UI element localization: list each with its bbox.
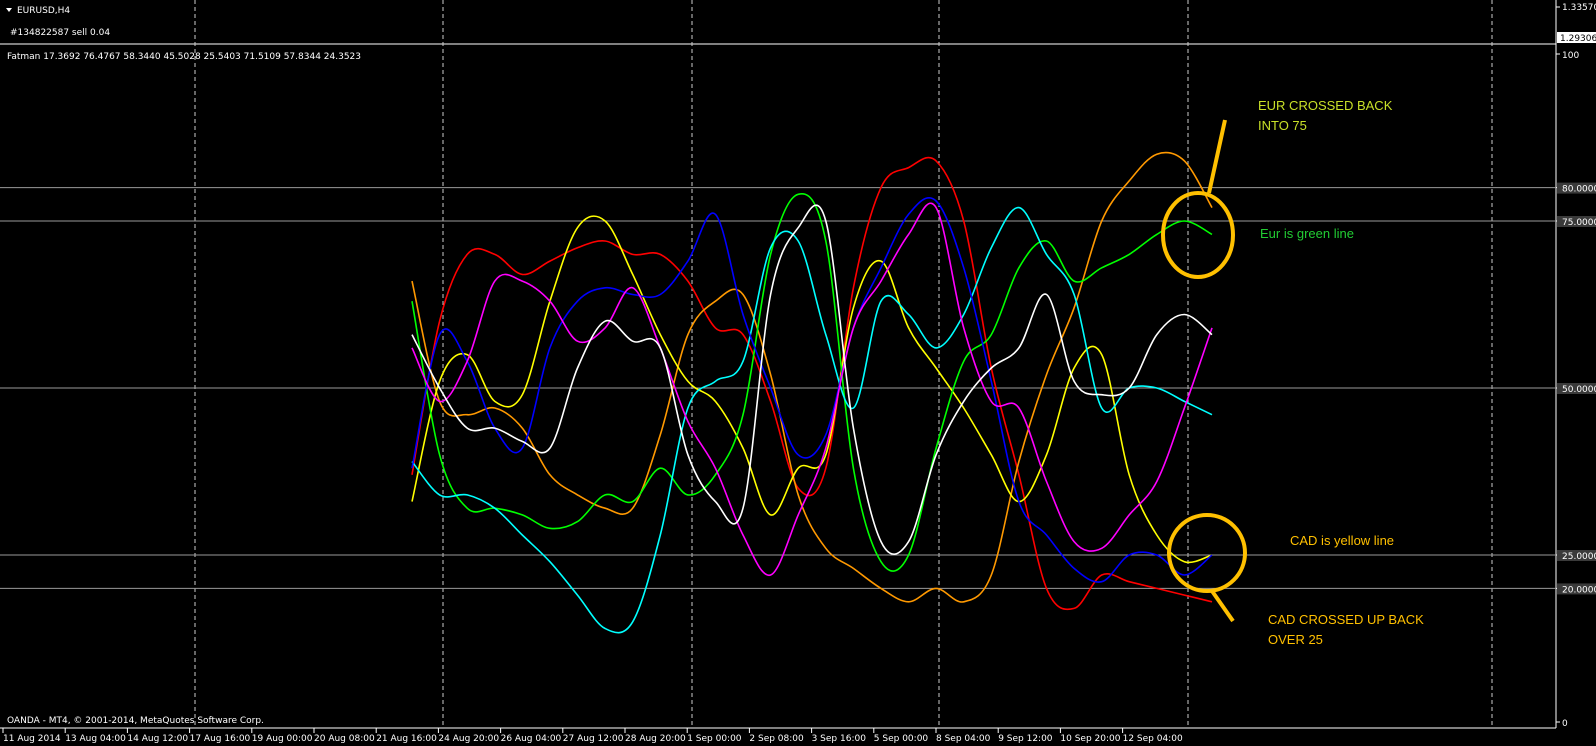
x-tick-label: 8 Sep 04:00	[936, 734, 991, 744]
cad-highlight-circle	[1167, 513, 1247, 593]
y-tick-label: 50.00000	[1562, 385, 1596, 395]
y-tick-label: 75.00000	[1562, 218, 1596, 228]
x-tick-label: 10 Sep 20:00	[1060, 734, 1120, 744]
x-tick-label: 17 Aug 16:00	[190, 734, 251, 744]
x-tick-label: 5 Sep 00:00	[874, 734, 929, 744]
level-lines	[0, 187, 1556, 589]
y-tick-label: 0	[1562, 719, 1568, 729]
x-tick-label: 12 Sep 04:00	[1123, 734, 1183, 744]
price-pane[interactable]	[0, 0, 1556, 42]
x-tick-label: 11 Aug 2014	[3, 734, 61, 744]
order-line-label: #134822587 sell 0.04	[10, 28, 110, 38]
series-line[interactable]	[411, 204, 1213, 555]
cad-crossed-annotation-line2: OVER 25	[1268, 632, 1323, 647]
y-tick-label: 20.00000	[1562, 585, 1596, 595]
eur-highlight-circle	[1161, 191, 1235, 279]
indicator-series[interactable]	[411, 151, 1213, 634]
eur-green-annotation: Eur is green line	[1260, 226, 1354, 241]
x-axis: 11 Aug 2014 13 Aug 04:00 14 Aug 12:00 17 Au…	[2, 728, 1183, 744]
y-tick-label: 80.00000	[1562, 185, 1596, 195]
copyright-text: OANDA - MT4, © 2001-2014, MetaQuotes Sof…	[7, 716, 264, 726]
x-tick-label: 20 Aug 08:00	[314, 734, 375, 744]
cad-yellow-annotation: CAD is yellow line	[1290, 533, 1394, 548]
x-tick-label: 21 Aug 16:00	[376, 734, 437, 744]
x-tick-label: 14 Aug 12:00	[127, 734, 188, 744]
eur-crossed-annotation-line1: EUR CROSSED BACK	[1258, 98, 1393, 113]
x-tick-label: 19 Aug 00:00	[252, 734, 313, 744]
y-axis: 100 80.00000 75.00000 50.00000 25.00000 20.00…	[1556, 51, 1596, 729]
price-top-label: 1.33570	[1562, 3, 1596, 13]
x-tick-label: 9 Sep 12:00	[998, 734, 1053, 744]
cad-arrow-line	[1210, 589, 1235, 623]
eur-crossed-annotation-line2: INTO 75	[1258, 118, 1307, 133]
current-price-label: 1.29306	[1560, 34, 1596, 44]
x-tick-label: 3 Sep 16:00	[812, 734, 867, 744]
x-tick-label: 24 Aug 20:00	[438, 734, 499, 744]
chart-window: EURUSD,H4 #134822587 sell 0.04 1.33570 1…	[0, 0, 1596, 744]
cad-crossed-annotation-line1: CAD CROSSED UP BACK	[1268, 612, 1424, 627]
series-line[interactable]	[411, 196, 1213, 583]
x-tick-label: 26 Aug 04:00	[501, 734, 562, 744]
series-line[interactable]	[411, 156, 1213, 611]
indicator-label: Fatman 17.3692 76.4767 58.3440 45.5028 2…	[7, 52, 361, 62]
series-line[interactable]	[411, 215, 1213, 564]
symbol-title: EURUSD,H4	[17, 6, 70, 16]
x-tick-label: 27 Aug 12:00	[563, 734, 624, 744]
x-tick-label: 13 Aug 04:00	[65, 734, 126, 744]
y-tick-label: 25.00000	[1562, 552, 1596, 562]
x-tick-label: 1 Sep 00:00	[687, 734, 742, 744]
eur-arrow-line	[1207, 119, 1227, 194]
y-tick-label: 100	[1562, 51, 1579, 61]
x-tick-label: 28 Aug 20:00	[625, 734, 686, 744]
x-tick-label: 2 Sep 08:00	[749, 734, 804, 744]
